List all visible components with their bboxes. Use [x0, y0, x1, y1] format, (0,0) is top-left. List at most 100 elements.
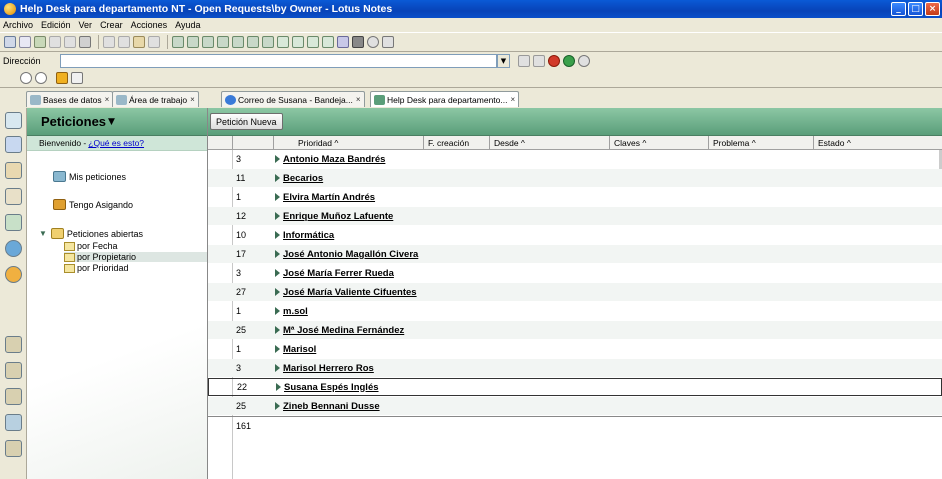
twisty-icon[interactable]	[275, 402, 280, 410]
search-web-icon[interactable]	[578, 54, 590, 67]
twisty-icon[interactable]	[275, 307, 280, 315]
close-button[interactable]: ×	[925, 2, 940, 16]
next-unread-icon[interactable]	[247, 36, 259, 48]
chevron-down-icon[interactable]: ▼	[497, 53, 510, 68]
close-icon[interactable]: ×	[105, 95, 110, 104]
maximize-button[interactable]: □	[908, 2, 923, 16]
expand-triangle-icon[interactable]: ▼	[39, 229, 47, 238]
category-row[interactable]: 25 Zineb Bennani Dusse	[208, 397, 942, 415]
close-icon[interactable]: ×	[190, 95, 195, 104]
category-row[interactable]: 1 Elvira Martín Andrés	[208, 188, 942, 206]
home-bookmark-icon[interactable]	[5, 112, 22, 129]
twisty-icon[interactable]	[275, 269, 280, 277]
category-row[interactable]: 27 José María Valiente Cifuentes	[208, 283, 942, 301]
column-priority[interactable]: Prioridad ^	[273, 136, 423, 150]
calendar-bookmark-icon[interactable]	[5, 162, 22, 179]
new-icon[interactable]	[19, 36, 31, 48]
category-row[interactable]: 11 Becarios	[208, 169, 942, 187]
close-icon[interactable]: ×	[356, 95, 361, 104]
column-count[interactable]	[232, 136, 273, 150]
replicator-bookmark-icon[interactable]	[5, 266, 22, 283]
plus-icon[interactable]	[277, 36, 289, 48]
twisty-icon[interactable]	[275, 326, 280, 334]
nav-item-by-date[interactable]: por Fecha	[64, 241, 118, 251]
table-icon[interactable]	[262, 36, 274, 48]
menu-ayuda[interactable]: Ayuda	[175, 20, 200, 30]
menu-acciones[interactable]: Acciones	[131, 20, 168, 30]
menu-edicion[interactable]: Edición	[41, 20, 71, 30]
column-status[interactable]: Estado ^	[813, 136, 942, 150]
close-icon[interactable]: ×	[510, 95, 515, 104]
nav-item-by-owner[interactable]: por Propietario	[64, 252, 207, 262]
twisty-icon[interactable]	[275, 193, 280, 201]
tab-help-desk[interactable]: Help Desk para departamento... ×	[370, 91, 520, 107]
mail-icon[interactable]	[64, 36, 76, 48]
minus-icon[interactable]	[292, 36, 304, 48]
category-row[interactable]: 12 Enrique Muñoz Lafuente	[208, 207, 942, 225]
category-row[interactable]: 10 Informática	[208, 226, 942, 244]
edit-icon[interactable]	[34, 36, 46, 48]
category-row[interactable]: 3 José María Ferrer Rueda	[208, 264, 942, 282]
unread-icon[interactable]	[232, 36, 244, 48]
reload-icon[interactable]	[563, 54, 575, 67]
twisty-icon[interactable]	[275, 155, 280, 163]
deselect-icon[interactable]	[322, 36, 334, 48]
twisty-icon[interactable]	[275, 250, 280, 258]
menu-ver[interactable]: Ver	[79, 20, 93, 30]
more-bookmark-icon[interactable]	[5, 440, 22, 457]
collapse-all-icon[interactable]	[187, 36, 199, 48]
address-book-bookmark-icon[interactable]	[5, 188, 22, 205]
refresh-icon[interactable]	[4, 36, 16, 48]
twisty-icon[interactable]	[275, 364, 280, 372]
paste-icon[interactable]	[133, 36, 145, 48]
clipboard-icon[interactable]	[148, 36, 160, 48]
nav-item-assigned[interactable]: Tengo Asigando	[53, 199, 133, 210]
favorites-bookmark-icon[interactable]	[5, 362, 22, 379]
whats-this-link[interactable]: ¿Qué es esto?	[88, 138, 144, 148]
mail-bookmark-icon[interactable]	[5, 136, 22, 153]
column-keys[interactable]: Claves ^	[609, 136, 708, 150]
column-from[interactable]: Desde ^	[489, 136, 609, 150]
column-created[interactable]: F. creación	[423, 136, 489, 150]
tab-workspace[interactable]: Área de trabajo ×	[112, 91, 199, 107]
tab-mail[interactable]: Correo de Susana - Bandeja... ×	[221, 91, 365, 107]
todo-bookmark-icon[interactable]	[5, 214, 22, 231]
chat-icon[interactable]	[20, 72, 32, 84]
user-icon[interactable]	[56, 72, 68, 84]
tab-databases[interactable]: Bases de datos ×	[26, 91, 114, 107]
category-row[interactable]: 3 Marisol Herrero Ros	[208, 359, 942, 377]
calendar-icon[interactable]	[382, 36, 394, 48]
twisty-icon[interactable]	[275, 174, 280, 182]
nav-item-my-requests[interactable]: Mis peticiones	[53, 171, 126, 182]
category-row[interactable]: 22 Susana Espés Inglés	[208, 378, 942, 396]
twisty-icon[interactable]	[275, 212, 280, 220]
category-row[interactable]: 17 José Antonio Magallón Civera	[208, 245, 942, 263]
back-icon[interactable]	[518, 54, 530, 67]
search-icon[interactable]	[367, 36, 379, 48]
history-bookmark-icon[interactable]	[5, 388, 22, 405]
twisty-icon[interactable]	[275, 231, 280, 239]
document-icon[interactable]	[71, 72, 83, 84]
stop-icon[interactable]	[548, 54, 560, 67]
address-input[interactable]	[60, 53, 497, 68]
category-row[interactable]: 1 Marisol	[208, 340, 942, 358]
arrow-up-icon[interactable]	[217, 36, 229, 48]
category-row[interactable]: 1 m.sol	[208, 302, 942, 320]
twisty-icon[interactable]	[275, 345, 280, 353]
chat-bookmark-icon[interactable]	[5, 240, 22, 257]
grid-icon[interactable]	[337, 36, 349, 48]
nav-header[interactable]: Peticiones ▼	[27, 108, 207, 136]
forward-nav-icon[interactable]	[533, 54, 545, 67]
expand-all-icon[interactable]	[172, 36, 184, 48]
print-icon[interactable]	[79, 36, 91, 48]
select-icon[interactable]	[307, 36, 319, 48]
menu-crear[interactable]: Crear	[100, 20, 123, 30]
folder-bookmark-icon[interactable]	[5, 336, 22, 353]
forward-icon[interactable]	[49, 36, 61, 48]
nav-item-open-requests[interactable]: ▼ Peticiones abiertas	[39, 228, 143, 239]
column-problem[interactable]: Problema ^	[708, 136, 813, 150]
copy-icon[interactable]	[118, 36, 130, 48]
menu-archivo[interactable]: Archivo	[3, 20, 33, 30]
arrow-down-icon[interactable]	[202, 36, 214, 48]
discussion-icon[interactable]	[35, 72, 47, 84]
